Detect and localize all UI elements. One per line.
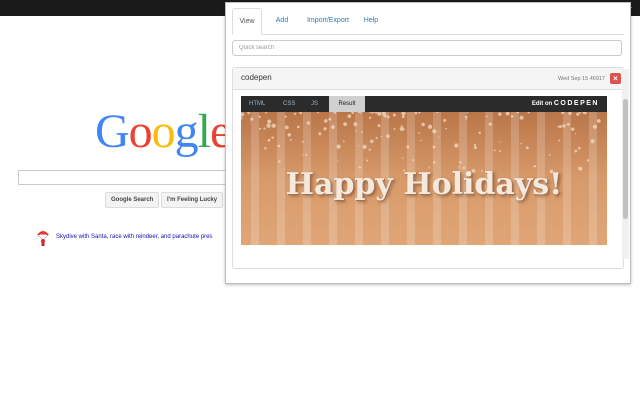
entry-title[interactable]: codepen	[241, 73, 272, 83]
codepen-tab-html[interactable]: HTML	[249, 96, 271, 112]
google-logo: Google	[95, 104, 231, 160]
google-search-input[interactable]	[18, 170, 227, 185]
logo-letter: o	[128, 105, 153, 158]
codepen-logo: CODEPEN	[553, 100, 599, 107]
tab-import-export[interactable]: Import/Export	[300, 8, 356, 34]
logo-letter: o	[151, 105, 176, 158]
tab-add[interactable]: Add	[267, 8, 297, 34]
close-icon: ×	[613, 74, 618, 83]
quick-search-input[interactable]	[232, 40, 622, 56]
popup-tabs: View Add Import/Export Help	[232, 8, 624, 35]
entry-header: codepen Wed Sep 15 46917 ×	[233, 68, 623, 90]
delete-entry-button[interactable]: ×	[610, 73, 621, 84]
codepen-embed: HTML CSS JS Result Edit on CODEPEN Happy…	[241, 96, 607, 245]
bookmark-popup: View Add Import/Export Help codepen Wed …	[225, 2, 631, 284]
tab-help[interactable]: Help	[356, 8, 386, 34]
feeling-lucky-button[interactable]: I'm Feeling Lucky	[161, 192, 224, 208]
logo-letter: g	[174, 105, 199, 158]
happy-holidays-text: Happy Holidays!	[285, 167, 563, 202]
popup-scrollbar[interactable]	[622, 69, 629, 259]
codepen-tab-js[interactable]: JS	[311, 96, 321, 112]
tab-view[interactable]: View	[232, 8, 262, 35]
google-search-button[interactable]: Google Search	[105, 192, 160, 208]
edit-on-codepen-link[interactable]: Edit on CODEPEN	[532, 96, 599, 112]
doodle-text[interactable]: Skydive with Santa, race with reindeer, …	[56, 232, 212, 242]
codepen-toolbar: HTML CSS JS Result Edit on CODEPEN	[241, 96, 607, 112]
logo-letter: l	[197, 105, 211, 158]
codepen-tab-result[interactable]: Result	[329, 96, 365, 112]
scrollbar-thumb[interactable]	[623, 99, 628, 219]
logo-letter: G	[95, 105, 130, 158]
santa-parachute-icon	[37, 231, 49, 246]
codepen-result-pane: Happy Holidays!	[241, 112, 607, 245]
codepen-tab-css[interactable]: CSS	[283, 96, 297, 112]
entry-date: Wed Sep 15 46917	[558, 76, 605, 82]
bookmark-entry: codepen Wed Sep 15 46917 × HTML CSS JS R…	[232, 67, 624, 269]
edit-on-label: Edit on	[531, 101, 553, 107]
